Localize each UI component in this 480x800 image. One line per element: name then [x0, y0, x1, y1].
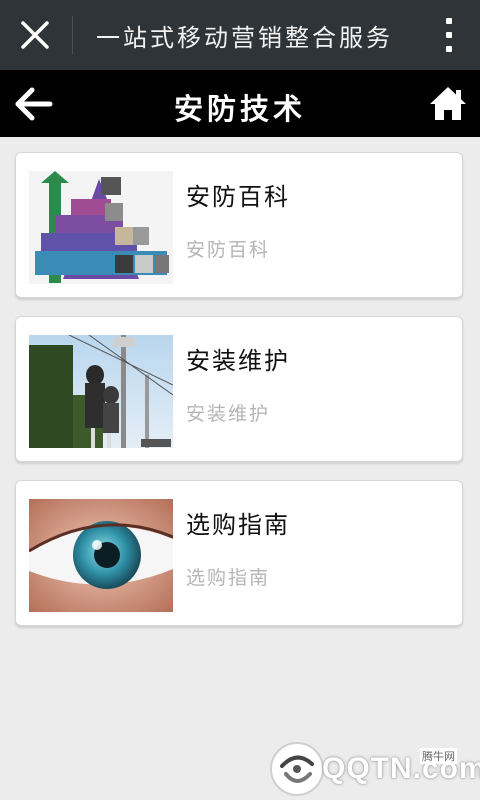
- topbar-divider: [72, 16, 73, 54]
- page-title: 安防技术: [173, 92, 306, 126]
- more-vertical-icon[interactable]: [444, 18, 454, 52]
- card-installation-maintenance[interactable]: 安装维护 安装维护: [15, 316, 463, 462]
- workers-installing-camera-image: [29, 335, 173, 448]
- close-icon[interactable]: [14, 14, 56, 56]
- qqtn-logo-icon: [270, 742, 324, 796]
- topbar-title: 一站式移动营销整合服务: [96, 24, 393, 52]
- watermark: QQTN.com 腾牛网: [270, 742, 480, 798]
- card-title: 选购指南: [186, 511, 290, 539]
- category-list: 安防百科 安防百科 安装维护 安装维护 选购指南 选购指南: [15, 152, 465, 644]
- card-buying-guide[interactable]: 选购指南 选购指南: [15, 480, 463, 626]
- card-subtitle: 安防百科: [186, 239, 271, 261]
- card-title: 安装维护: [186, 347, 290, 375]
- card-subtitle: 选购指南: [186, 567, 271, 589]
- security-pyramid-chart-image: [29, 171, 173, 284]
- card-title: 安防百科: [186, 183, 290, 211]
- card-security-encyclopedia[interactable]: 安防百科 安防百科: [15, 152, 463, 298]
- page-header: 安防技术: [0, 70, 480, 137]
- card-subtitle: 安装维护: [186, 403, 271, 425]
- watermark-site: 腾牛网: [420, 748, 457, 764]
- eye-closeup-image: [29, 499, 173, 612]
- top-app-bar: 一站式移动营销整合服务: [0, 0, 480, 70]
- home-icon[interactable]: [428, 84, 468, 124]
